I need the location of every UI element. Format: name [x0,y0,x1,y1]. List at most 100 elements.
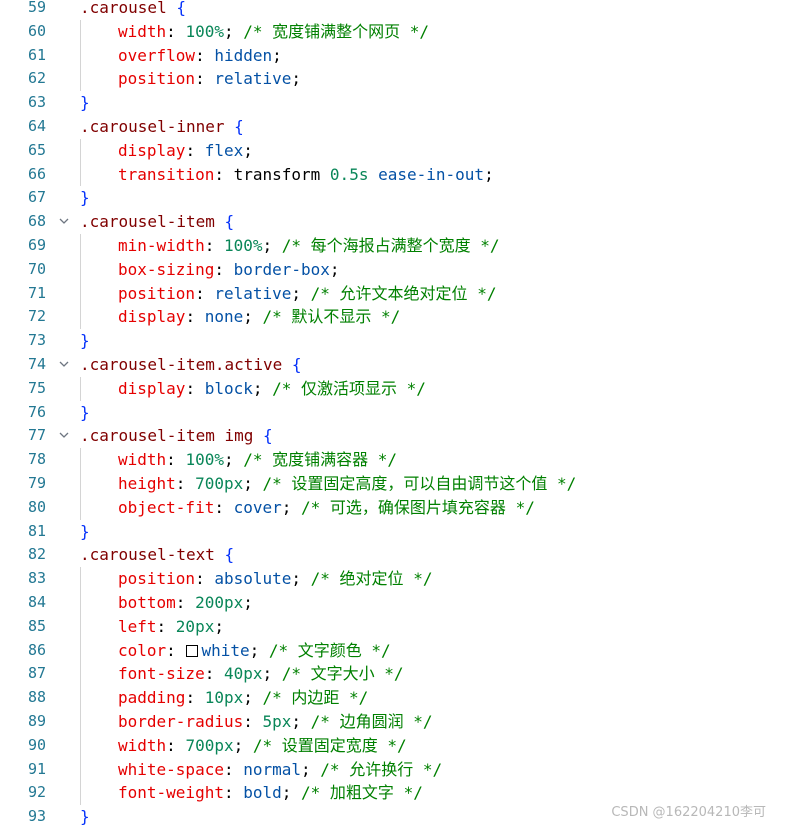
code-text[interactable]: bottom: 200px; [118,591,253,615]
code-line[interactable]: 63} [0,91,786,115]
code-editor[interactable]: 59 .carousel {60 width: 100%; /* 宽度铺满整个网页 … [0,0,786,829]
code-text[interactable]: display: block; /* 仅激活项显示 */ [118,377,426,401]
code-line[interactable]: 64 .carousel-inner { [0,115,786,139]
chevron-down-icon[interactable] [57,424,71,448]
code-text[interactable]: } [80,805,90,829]
code-text[interactable]: } [80,401,90,425]
code-text[interactable]: height: 700px; /* 设置固定高度，可以自由调节这个值 */ [118,472,576,496]
code-line[interactable]: 73} [0,329,786,353]
code-text[interactable]: display: none; /* 默认不显示 */ [118,305,400,329]
punctuation: : [166,450,186,470]
code-line[interactable]: 77 .carousel-item img { [0,424,786,448]
code-line[interactable]: 89 border-radius: 5px; /* 边角圆润 */ [0,709,786,734]
code-text[interactable]: .carousel-text { [80,543,234,567]
code-line[interactable]: 72 display: none; /* 默认不显示 */ [0,305,786,330]
code-text[interactable]: position: relative; [118,67,301,91]
code-line[interactable]: 66 transition: transform 0.5s ease-in-out… [0,162,786,187]
indent-guide [80,281,81,306]
code-comment: /* 宽度铺满容器 */ [243,450,398,470]
code-text[interactable]: border-radius: 5px; /* 边角圆润 */ [118,710,432,734]
code-line[interactable]: 87 font-size: 40px; /* 文字大小 */ [0,662,786,687]
code-line[interactable]: 61 overflow: hidden; [0,43,786,68]
code-text[interactable]: position: relative; /* 允许文本绝对定位 */ [118,282,496,306]
code-text[interactable]: .carousel-inner { [80,115,244,139]
punctuation: : [166,735,186,755]
code-text[interactable]: .carousel { [80,0,186,20]
css-number: 0.5s [329,164,369,184]
code-line[interactable]: 68 .carousel-item { [0,210,786,234]
code-line[interactable]: 91 white-space: normal; /* 允许换行 */ [0,757,786,782]
code-text[interactable]: left: 20px; [118,615,224,639]
code-line[interactable]: 82 .carousel-text { [0,543,786,567]
chevron-down-icon[interactable] [57,210,71,234]
code-line[interactable]: 75 display: block; /* 仅激活项显示 */ [0,376,786,401]
code-text[interactable]: .carousel-item img { [80,424,273,448]
code-text[interactable]: position: absolute; /* 绝对定位 */ [118,567,432,591]
code-text[interactable]: font-weight: bold; /* 加粗文字 */ [118,781,423,805]
code-line[interactable]: 71 position: relative; /* 允许文本绝对定位 */ [0,281,786,306]
indent-guide [80,590,81,615]
code-text[interactable]: color: white; /* 文字颜色 */ [118,639,391,663]
punctuation: : [223,783,244,803]
code-text[interactable]: object-fit: cover; /* 可选，确保图片填充容器 */ [118,496,535,520]
code-text[interactable]: width: 700px; /* 设置固定宽度 */ [118,734,407,758]
code-comment: /* 允许换行 */ [320,759,443,779]
code-comment: /* 绝对定位 */ [310,569,433,589]
css-selector: .carousel-item.active [80,354,292,374]
line-number: 89 [27,711,46,730]
line-number: 66 [27,164,46,183]
css-number: 700px [185,735,234,755]
code-line[interactable]: 80 object-fit: cover; /* 可选，确保图片填充容器 */ [0,495,786,520]
code-line[interactable]: 69 min-width: 100%; /* 每个海报占满整个宽度 */ [0,233,786,258]
code-text[interactable]: white-space: normal; /* 允许换行 */ [118,758,442,782]
code-line[interactable]: 76} [0,401,786,425]
indent-guide [80,781,81,806]
code-line[interactable]: 84 bottom: 200px; [0,590,786,615]
code-line[interactable]: 62 position: relative; [0,67,786,92]
code-text[interactable]: } [80,520,90,544]
code-line[interactable]: 81} [0,520,786,544]
brace: } [80,93,90,113]
line-number: 68 [27,212,46,231]
css-number: 100% [185,21,224,41]
code-text[interactable]: padding: 10px; /* 内边距 */ [118,686,368,710]
code-line[interactable]: 70 box-sizing: border-box; [0,257,786,282]
code-line[interactable]: 86 color: white; /* 文字颜色 */ [0,638,786,663]
code-text[interactable]: width: 100%; /* 宽度铺满容器 */ [118,448,397,472]
code-comment: /* 仅激活项显示 */ [272,378,426,398]
code-text[interactable]: width: 100%; /* 宽度铺满整个网页 */ [118,20,429,44]
code-comment: /* 文字大小 */ [281,664,404,684]
code-line[interactable]: 67} [0,186,786,210]
code-line[interactable]: 79 height: 700px; /* 设置固定高度，可以自由调节这个值 */ [0,471,786,496]
line-number: 77 [27,426,46,445]
code-text[interactable]: box-sizing: border-box; [118,258,340,282]
code-text[interactable]: display: flex; [118,139,253,163]
code-text[interactable]: min-width: 100%; /* 每个海报占满整个宽度 */ [118,234,500,258]
code-text[interactable]: .carousel-item.active { [80,353,302,377]
css-property: object-fit [118,497,215,517]
code-line[interactable]: 74 .carousel-item.active { [0,353,786,377]
line-number: 79 [27,473,46,492]
line-number: 93 [27,807,46,826]
code-text[interactable]: font-size: 40px; /* 文字大小 */ [118,662,404,686]
code-text[interactable]: transition: transform 0.5s ease-in-out; [118,163,494,187]
code-text[interactable]: } [80,186,90,210]
code-text[interactable]: } [80,91,90,115]
code-line[interactable]: 65 display: flex; [0,138,786,163]
css-value: absolute [214,569,292,589]
line-number: 86 [27,640,46,659]
css-property: font-weight [118,783,224,803]
code-line[interactable]: 60 width: 100%; /* 宽度铺满整个网页 */ [0,19,786,44]
code-text[interactable]: overflow: hidden; [118,44,282,68]
chevron-down-icon[interactable] [57,353,71,377]
code-line[interactable]: 78 width: 100%; /* 宽度铺满容器 */ [0,448,786,472]
code-line[interactable]: 83 position: absolute; /* 绝对定位 */ [0,567,786,591]
code-line[interactable]: 59 .carousel { [0,0,786,20]
css-value: block [204,378,253,398]
code-text[interactable]: .carousel-item { [80,210,234,234]
code-line[interactable]: 88 padding: 10px; /* 内边距 */ [0,686,786,710]
code-line[interactable]: 90 width: 700px; /* 设置固定宽度 */ [0,733,786,758]
code-text[interactable]: } [80,329,90,353]
code-line[interactable]: 85 left: 20px; [0,614,786,639]
color-swatch[interactable] [186,644,199,657]
